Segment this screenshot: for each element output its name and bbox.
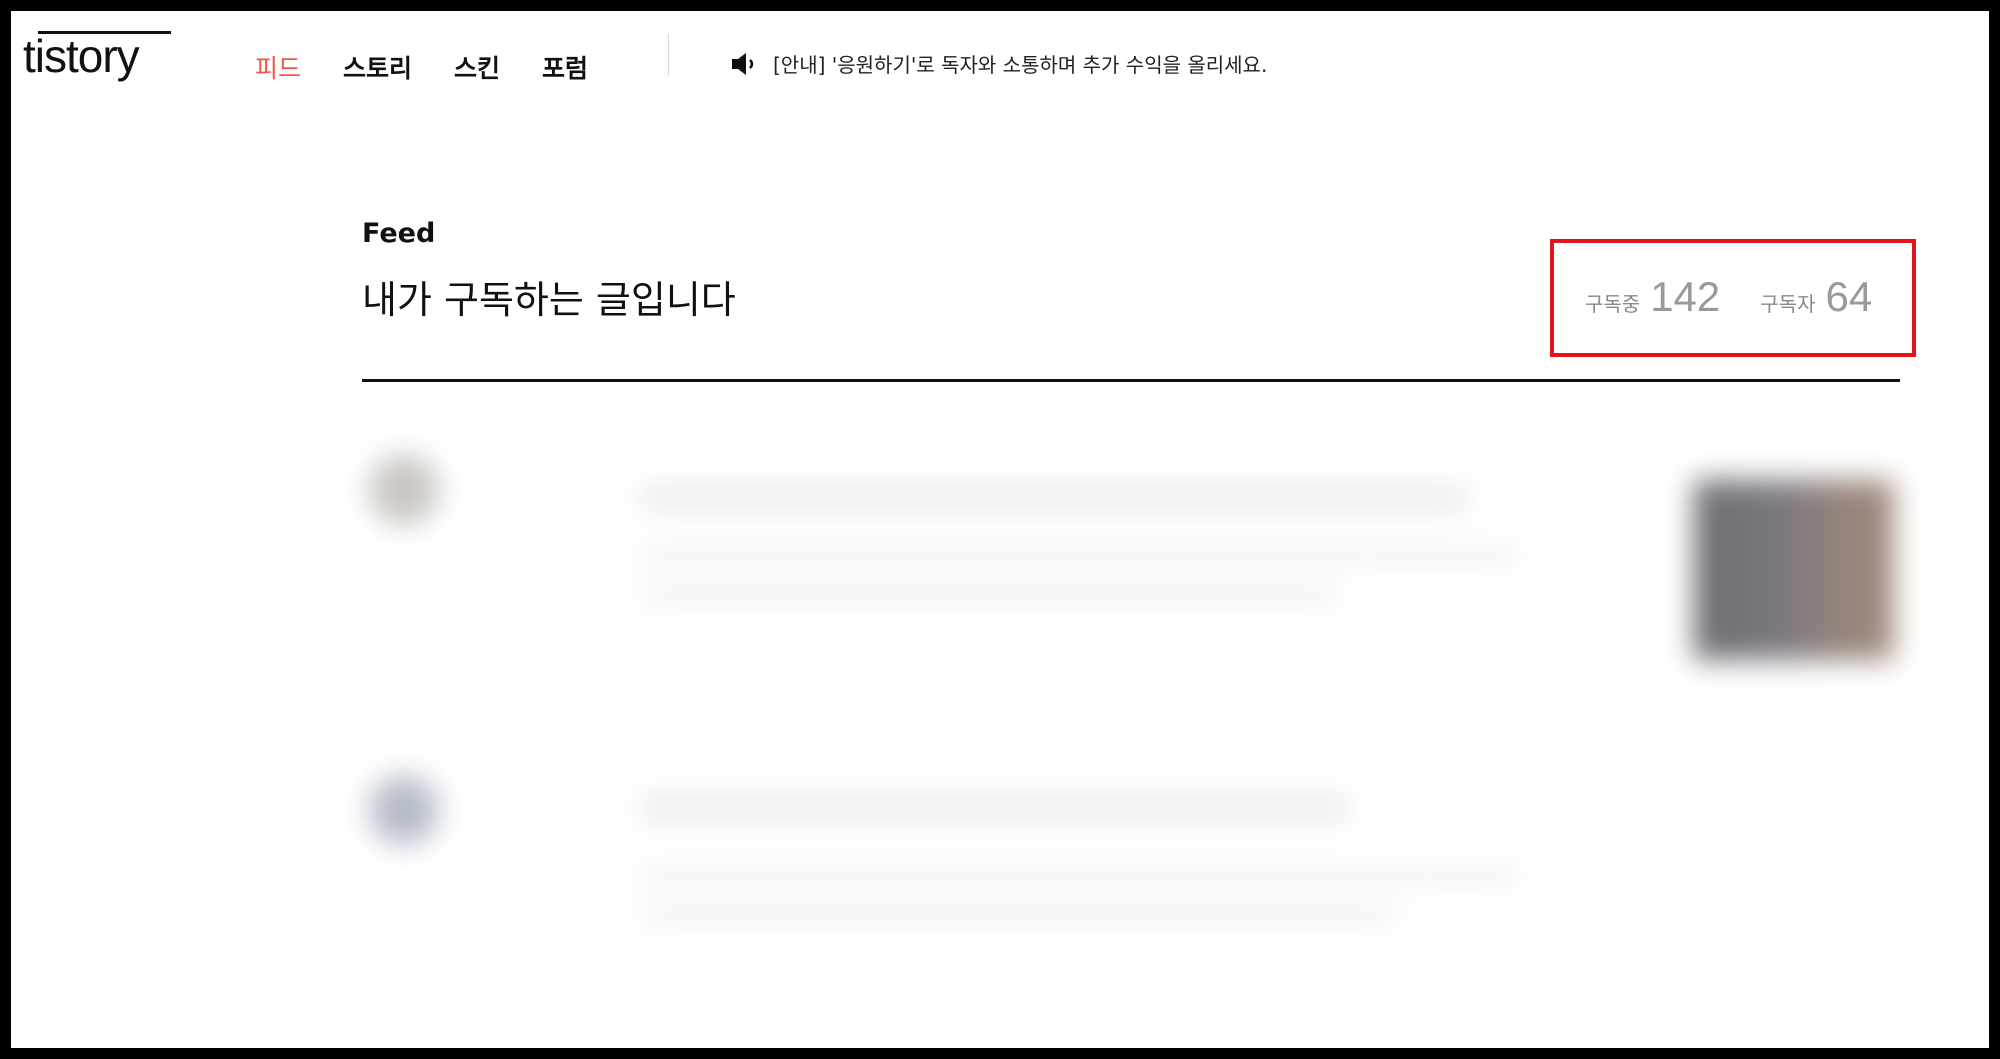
header-divider [668, 34, 669, 76]
avatar [369, 775, 439, 845]
feed-label: Feed [362, 218, 436, 249]
nav-story[interactable]: 스토리 [343, 49, 412, 85]
heading-divider [362, 379, 1900, 382]
post-excerpt [639, 865, 1519, 885]
notice-text[interactable]: [안내] '응원하기'로 독자와 소통하며 추가 수익을 올리세요. [773, 49, 1267, 78]
post-excerpt [639, 585, 1339, 605]
feed-list [309, 385, 1921, 1048]
post-title [639, 795, 1349, 821]
subscribing-stat[interactable]: 구독중 142 [1585, 273, 1720, 321]
browser-viewport: tistory 피드 스토리 스킨 포럼 [안내] '응원하기'로 독자와 소통… [11, 11, 1989, 1048]
main-nav: 피드 스토리 스킨 포럼 [255, 49, 588, 85]
notice-banner[interactable]: [안내] '응원하기'로 독자와 소통하며 추가 수익을 올리세요. [731, 49, 1267, 78]
nav-forum[interactable]: 포럼 [542, 49, 588, 85]
post-excerpt [639, 545, 1519, 565]
subscribers-count: 64 [1825, 273, 1873, 320]
subscribers-stat[interactable]: 구독자 64 [1760, 273, 1872, 321]
speaker-icon [731, 52, 761, 76]
subscription-stats: 구독중 142 구독자 64 [1585, 273, 1872, 321]
nav-feed[interactable]: 피드 [255, 49, 301, 85]
post-thumbnail [1694, 480, 1894, 660]
subscribing-count: 142 [1650, 273, 1721, 320]
page-title: 내가 구독하는 글입니다 [362, 278, 736, 322]
avatar [369, 455, 439, 525]
subscribers-label: 구독자 [1760, 292, 1816, 316]
feed-item[interactable] [309, 715, 1921, 1035]
feed-item[interactable] [309, 385, 1921, 705]
nav-skin[interactable]: 스킨 [454, 49, 500, 85]
post-title [639, 485, 1469, 511]
tistory-logo[interactable]: tistory [23, 29, 140, 83]
subscribing-label: 구독중 [1585, 292, 1641, 316]
post-excerpt [639, 905, 1399, 925]
